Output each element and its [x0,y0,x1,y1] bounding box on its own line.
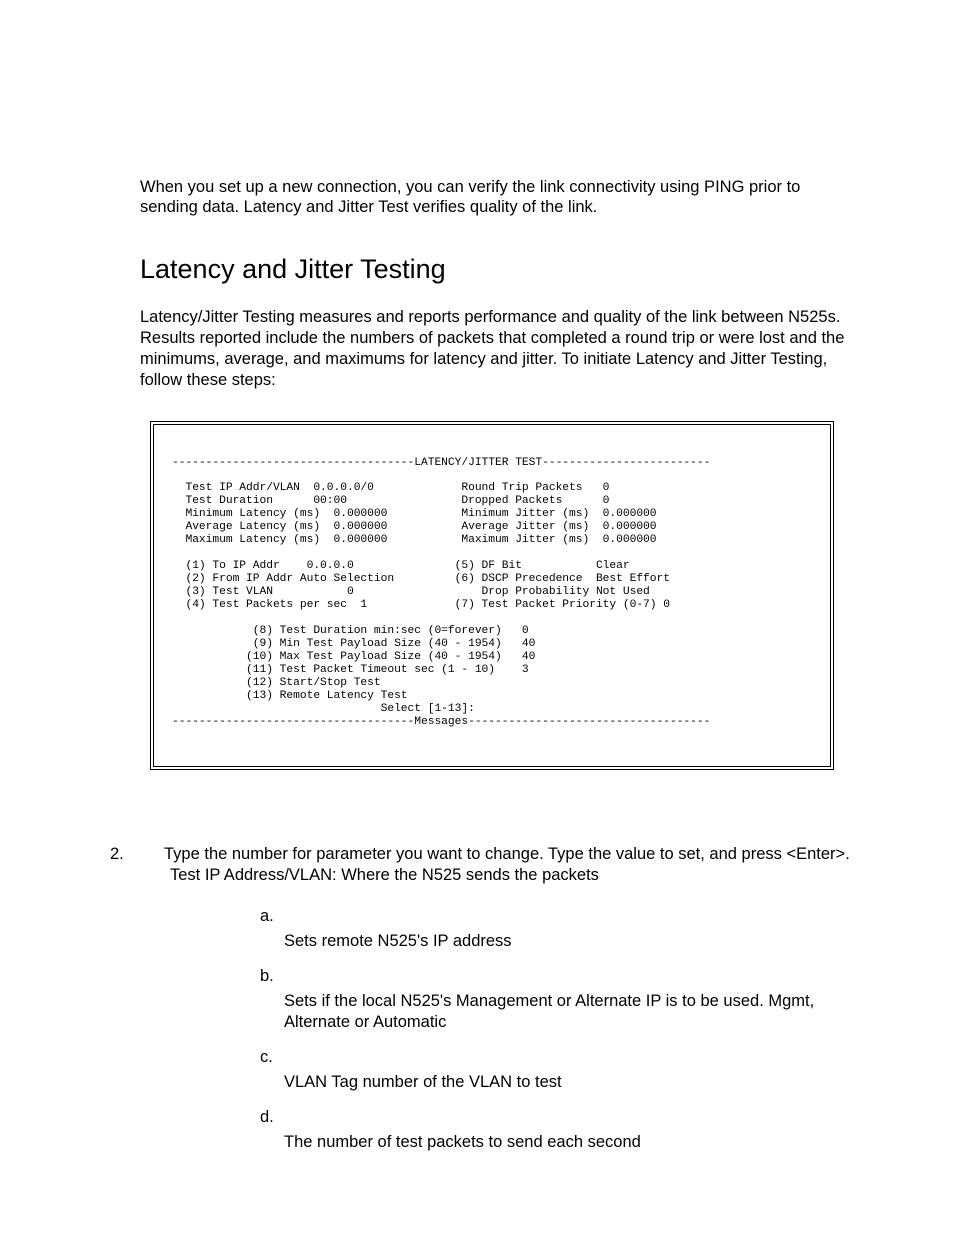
sub-item-list: a. Sets remote N525's IP address b. Sets… [260,906,854,1153]
subitem-letter-c: c. [260,1047,854,1068]
subitem-letter-a: a. [260,906,854,927]
terminal-window: ------------------------------------LATE… [150,421,834,770]
numbered-step: 2.Type the number for parameter you want… [140,844,854,886]
terminal-output: ------------------------------------LATE… [172,457,812,730]
intro-paragraph: When you set up a new connection, you ca… [140,177,854,219]
subitem-desc-b: Sets if the local N525's Management or A… [284,991,854,1033]
subitem-desc-c: VLAN Tag number of the VLAN to test [284,1072,854,1093]
step-text: Type the number for parameter you want t… [164,845,850,884]
subitem-desc-d: The number of test packets to send each … [284,1132,854,1153]
section-paragraph: Latency/Jitter Testing measures and repo… [140,307,854,391]
document-page: When you set up a new connection, you ca… [0,0,954,1235]
subitem-desc-a: Sets remote N525's IP address [284,931,854,952]
step-number: 2. [140,844,164,865]
subitem-letter-d: d. [260,1107,854,1128]
section-heading: Latency and Jitter Testing [140,254,854,285]
subitem-letter-b: b. [260,966,854,987]
